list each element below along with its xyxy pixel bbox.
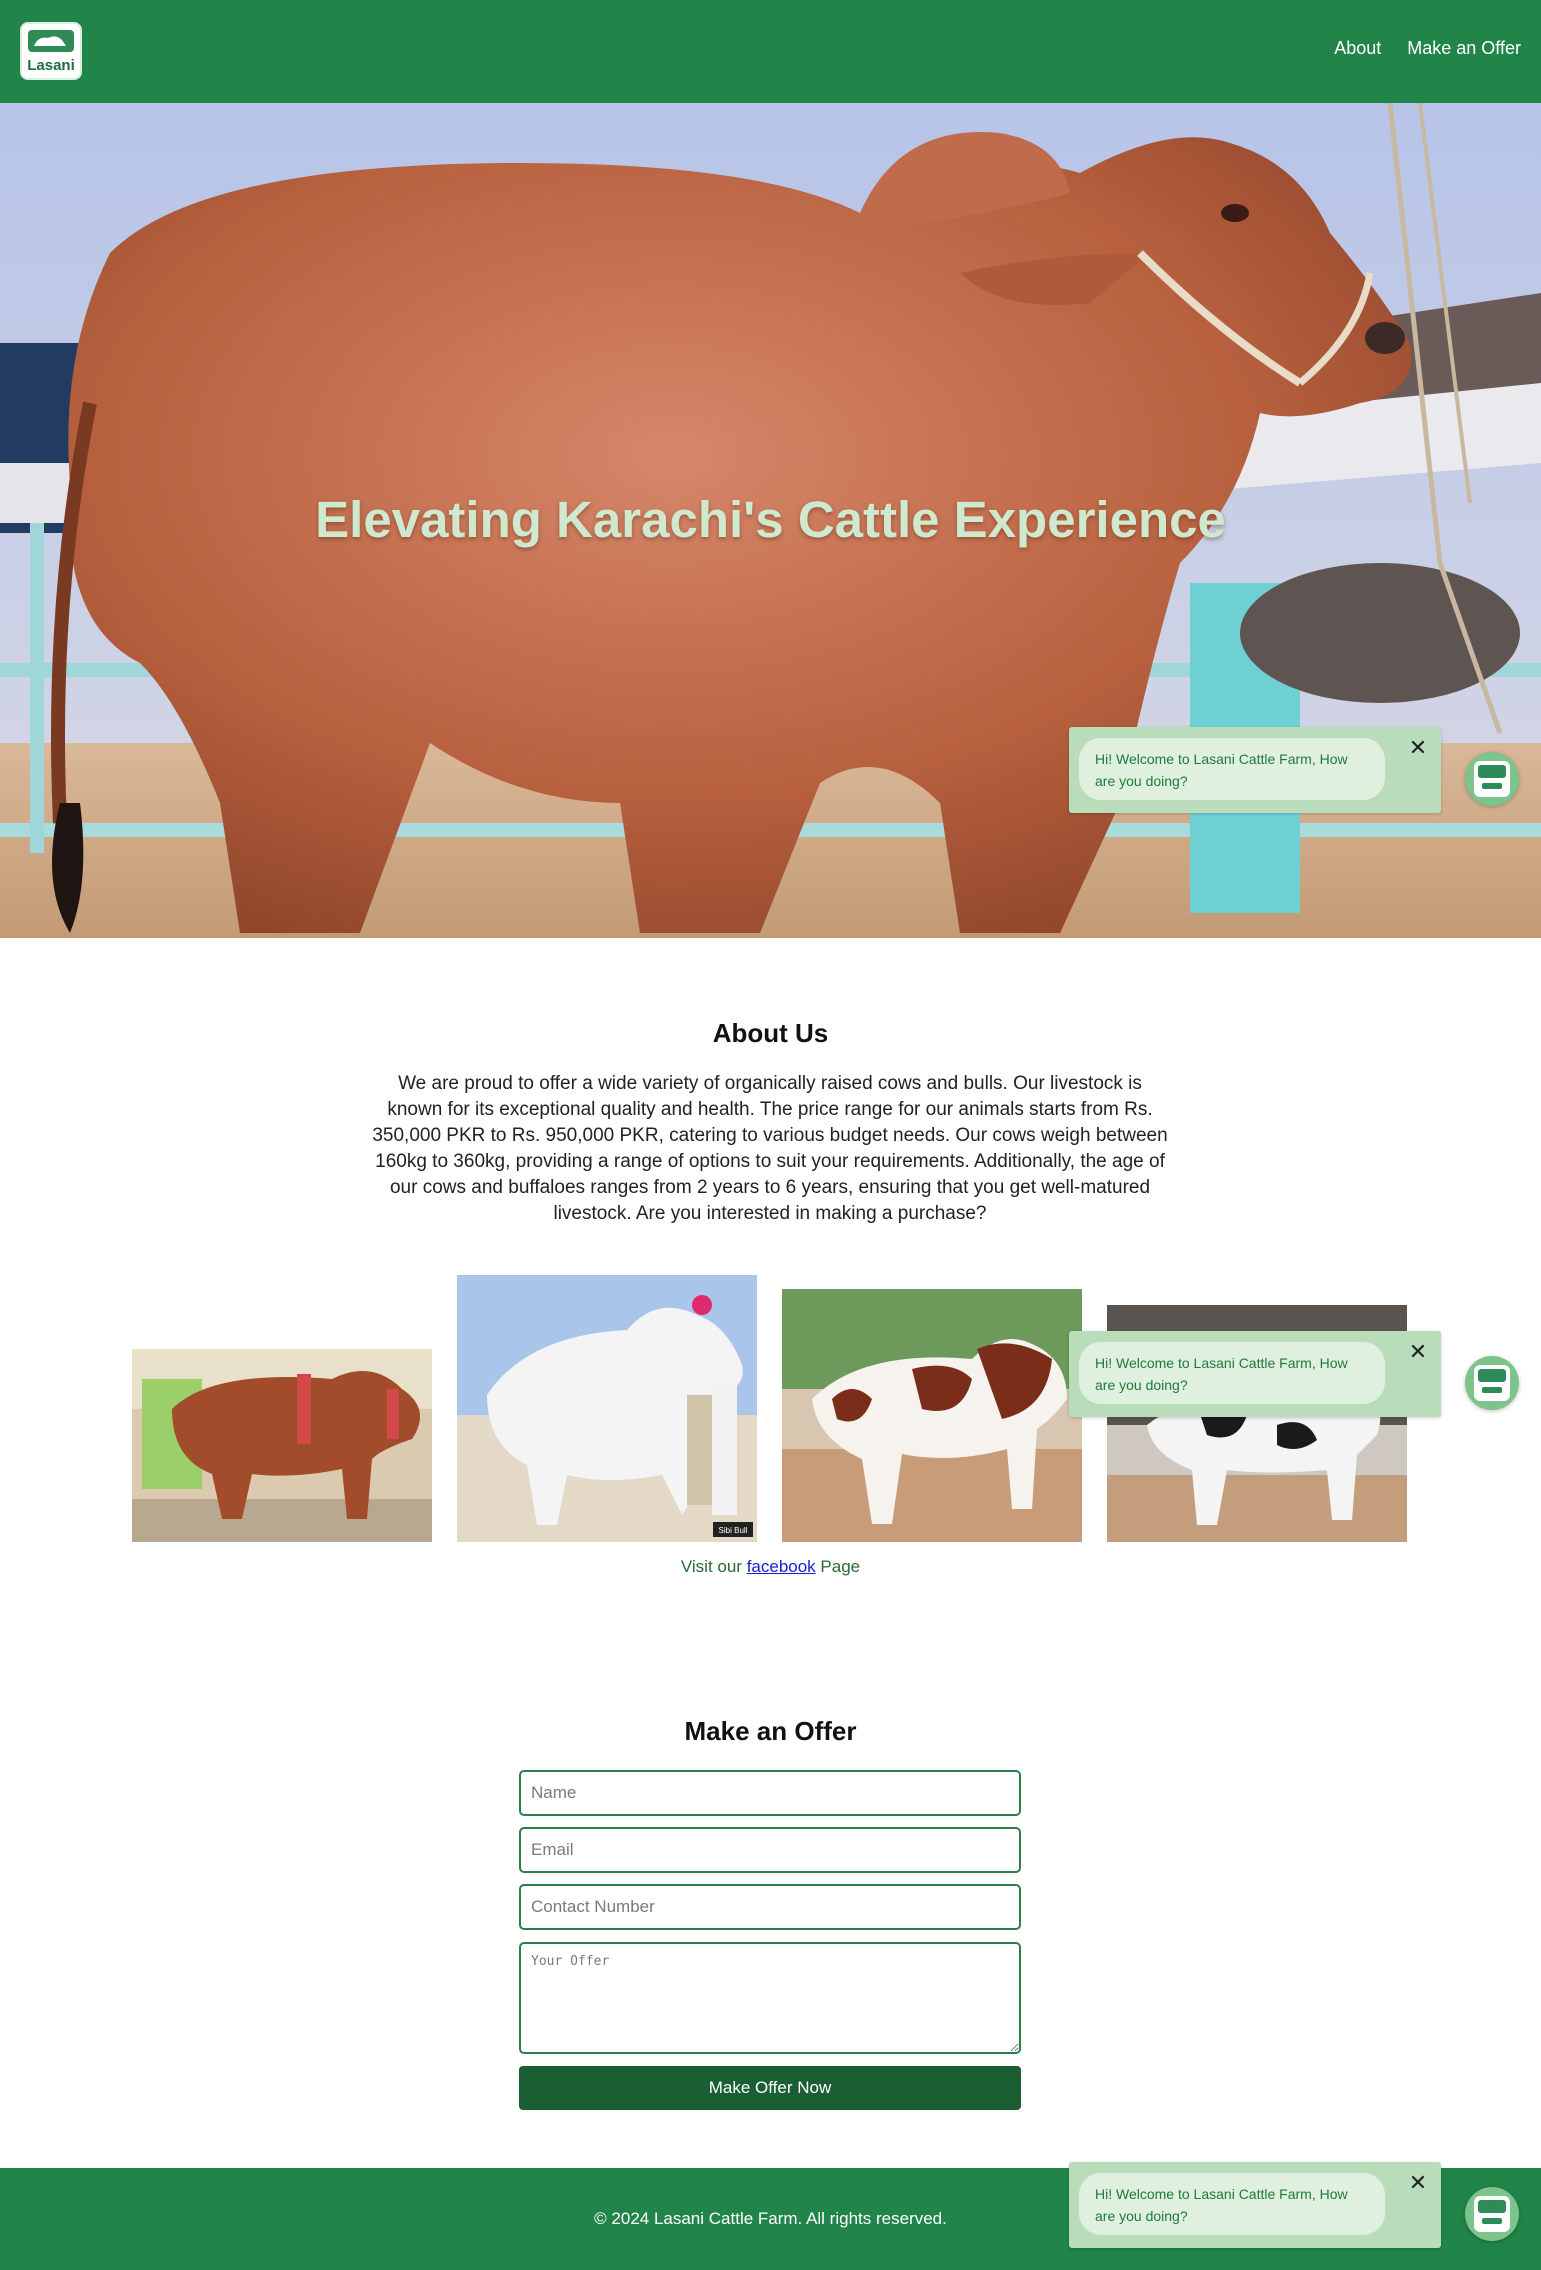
facebook-suffix: Page: [815, 1557, 861, 1576]
make-offer-button[interactable]: Make Offer Now: [519, 2066, 1021, 2110]
gallery-image-red-bull[interactable]: [132, 1349, 432, 1542]
chat-popup: Hi! Welcome to Lasani Cattle Farm, How a…: [1069, 727, 1441, 813]
chat-launcher-button[interactable]: [1465, 2187, 1519, 2241]
chat-popup: Hi! Welcome to Lasani Cattle Farm, How a…: [1069, 1331, 1441, 1417]
chat-message: Hi! Welcome to Lasani Cattle Farm, How a…: [1079, 738, 1385, 800]
about-description: We are proud to offer a wide variety of …: [372, 1073, 1168, 1224]
nav-make-offer[interactable]: Make an Offer: [1407, 38, 1521, 59]
image-caption-sibi-bull: Sibi Bull: [719, 1526, 748, 1535]
chat-logo-icon: [1474, 2196, 1510, 2232]
main-nav: About Make an Offer: [1334, 38, 1521, 59]
chat-logo-icon: [1474, 1365, 1510, 1401]
offer-title: Make an Offer: [684, 1716, 857, 1746]
facebook-line: Visit our facebook Page: [0, 1557, 1541, 1577]
logo-text: Lasani: [27, 57, 75, 74]
chat-message: Hi! Welcome to Lasani Cattle Farm, How a…: [1079, 2173, 1385, 2235]
gallery-image-spotted-bull[interactable]: [782, 1289, 1082, 1542]
email-input[interactable]: [519, 1827, 1021, 1873]
close-icon[interactable]: ✕: [1407, 1341, 1429, 1363]
site-header: Lasani About Make an Offer: [0, 0, 1541, 103]
close-icon[interactable]: ✕: [1407, 2172, 1429, 2194]
nav-about[interactable]: About: [1334, 38, 1381, 59]
offer-textarea[interactable]: [519, 1942, 1021, 2054]
lasani-logo[interactable]: Lasani: [20, 22, 82, 80]
facebook-prefix: Visit our: [680, 1557, 747, 1576]
about-title: About Us: [712, 1018, 829, 1048]
facebook-link[interactable]: facebook: [747, 1557, 816, 1576]
chat-launcher-button[interactable]: [1465, 752, 1519, 806]
chat-logo-icon: [1474, 761, 1510, 797]
close-icon[interactable]: ✕: [1407, 737, 1429, 759]
contact-number-input[interactable]: [519, 1884, 1021, 1930]
name-input[interactable]: [519, 1770, 1021, 1816]
chat-message: Hi! Welcome to Lasani Cattle Farm, How a…: [1079, 1342, 1385, 1404]
hero-title: Elevating Karachi's Cattle Experience: [315, 491, 1226, 548]
chat-popup: Hi! Welcome to Lasani Cattle Farm, How a…: [1069, 2162, 1441, 2248]
chat-launcher-button[interactable]: [1465, 1356, 1519, 1410]
gallery-image-white-bull[interactable]: Sibi Bull: [457, 1275, 757, 1542]
